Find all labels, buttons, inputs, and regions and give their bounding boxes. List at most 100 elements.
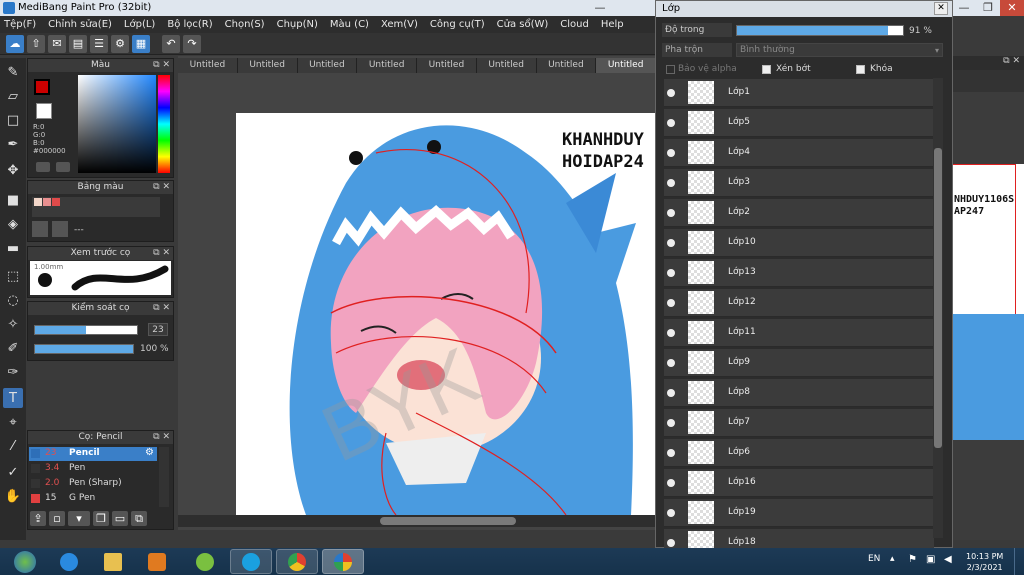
- menu-layer[interactable]: Lớp(L): [124, 19, 155, 30]
- share-icon[interactable]: ⇧: [27, 34, 45, 53]
- bucket-icon[interactable]: ◈: [3, 214, 23, 234]
- visibility-toggle-icon[interactable]: [667, 149, 675, 157]
- select-eraser-icon[interactable]: ✑: [3, 362, 23, 382]
- color-option-button[interactable]: [36, 162, 50, 172]
- brush-item-pencil[interactable]: 23 Pencil ⚙: [29, 447, 157, 461]
- hand-icon[interactable]: ✋: [3, 486, 23, 506]
- saturation-value-picker[interactable]: [78, 75, 156, 173]
- tab-untitled[interactable]: Untitled: [417, 58, 477, 73]
- add-brush-icon[interactable]: ▾: [68, 511, 90, 526]
- secondary-canvas[interactable]: NHDUY1106S AP247: [952, 164, 1024, 440]
- brush-icon[interactable]: ✎: [3, 62, 23, 82]
- monitor-icon[interactable]: ▣: [926, 554, 935, 565]
- select-pen-icon[interactable]: ✐: [3, 338, 23, 358]
- palette-swatch[interactable]: [52, 198, 60, 206]
- menu-capture[interactable]: Chụp(N): [277, 19, 318, 30]
- menu-edit[interactable]: Chỉnh sửa(E): [48, 19, 112, 30]
- new-brush-icon[interactable]: ▫: [49, 511, 65, 526]
- menu-color[interactable]: Màu (C): [330, 19, 369, 30]
- tab-untitled[interactable]: Untitled: [357, 58, 417, 73]
- visibility-toggle-icon[interactable]: [667, 179, 675, 187]
- panel-controls[interactable]: ⧉ ✕: [153, 181, 170, 194]
- pen-icon[interactable]: ✒: [3, 134, 23, 154]
- close-icon[interactable]: ✕: [934, 2, 948, 15]
- layer-row[interactable]: Lớp13: [664, 259, 934, 287]
- menu-help[interactable]: Help: [601, 19, 624, 30]
- tab-untitled[interactable]: Untitled: [536, 58, 597, 73]
- layer-row[interactable]: Lớp7: [664, 409, 934, 437]
- brush-opacity-slider[interactable]: [34, 344, 134, 354]
- tab-untitled[interactable]: Untitled: [476, 58, 537, 73]
- lock-checkbox[interactable]: [856, 65, 865, 74]
- eraser-icon[interactable]: ▱: [3, 86, 23, 106]
- duplicate-icon[interactable]: ⧉: [131, 511, 147, 526]
- brush-size-slider[interactable]: [34, 325, 138, 335]
- visibility-toggle-icon[interactable]: [667, 419, 675, 427]
- layer-row[interactable]: Lớp8: [664, 379, 934, 407]
- palette-swatch[interactable]: [34, 198, 42, 206]
- layer-row[interactable]: Lớp1: [664, 79, 934, 107]
- panel-controls[interactable]: ⧉ ✕: [153, 59, 170, 72]
- secondary-panel-controls[interactable]: ⧉ ✕: [953, 56, 1024, 70]
- palette-swatch[interactable]: [43, 198, 51, 206]
- list-icon[interactable]: ☰: [90, 34, 108, 53]
- upload-icon[interactable]: ⇪: [30, 511, 46, 526]
- media-player-button[interactable]: [136, 549, 178, 574]
- visibility-toggle-icon[interactable]: [667, 209, 675, 217]
- volume-icon[interactable]: ◀: [944, 554, 952, 565]
- medibang-button[interactable]: [322, 549, 364, 574]
- tab-untitled[interactable]: Untitled: [297, 58, 358, 73]
- layer-row[interactable]: Lớp6: [664, 439, 934, 467]
- fill-rect-icon[interactable]: ■: [3, 190, 23, 210]
- horizontal-scrollbar[interactable]: [178, 515, 656, 527]
- menu-cloud[interactable]: Cloud: [560, 19, 589, 30]
- copy-icon[interactable]: ❐: [93, 511, 109, 526]
- cloud-icon[interactable]: ☁: [6, 34, 24, 53]
- layer-opacity-slider[interactable]: [736, 25, 904, 36]
- visibility-toggle-icon[interactable]: [667, 509, 675, 517]
- comment-icon[interactable]: ✉: [48, 34, 66, 53]
- visibility-toggle-icon[interactable]: [667, 389, 675, 397]
- recorder-button[interactable]: [184, 549, 226, 574]
- start-button[interactable]: [4, 549, 46, 574]
- gradient-icon[interactable]: ▬: [3, 238, 23, 258]
- close-button[interactable]: ✕: [1000, 0, 1024, 16]
- brush-item-g-pen[interactable]: 15 G Pen: [29, 492, 157, 506]
- visibility-toggle-icon[interactable]: [667, 359, 675, 367]
- scroll-thumb[interactable]: [934, 148, 942, 448]
- visibility-toggle-icon[interactable]: [667, 269, 675, 277]
- maximize-button[interactable]: ❐: [976, 0, 1000, 16]
- visibility-toggle-icon[interactable]: [667, 119, 675, 127]
- primary-color-swatch[interactable]: [34, 79, 50, 95]
- tab-untitled-active[interactable]: Untitled: [596, 58, 656, 73]
- tab-untitled[interactable]: Untitled: [178, 58, 238, 73]
- layer-row[interactable]: Lớp16: [664, 469, 934, 497]
- settings-icon[interactable]: ⚙: [111, 34, 129, 53]
- drawing-canvas[interactable]: BYK KHANHDUY HOIDAP24: [236, 113, 656, 515]
- dropper-icon[interactable]: ✓: [3, 462, 23, 482]
- redo-icon[interactable]: ↷: [183, 34, 201, 53]
- layer-row[interactable]: Lớp3: [664, 169, 934, 197]
- visibility-toggle-icon[interactable]: [667, 89, 675, 97]
- magic-wand-icon[interactable]: ✧: [3, 314, 23, 334]
- folder-icon[interactable]: ▭: [112, 511, 128, 526]
- brush-item-pen-sharp[interactable]: 2.0 Pen (Sharp): [29, 477, 157, 491]
- layer-row[interactable]: Lớp4: [664, 139, 934, 167]
- operation-icon[interactable]: ⌖: [3, 412, 23, 432]
- panel-controls[interactable]: ⧉ ✕: [153, 431, 170, 444]
- move-icon[interactable]: ✥: [3, 160, 23, 180]
- visibility-toggle-icon[interactable]: [667, 299, 675, 307]
- menu-tools[interactable]: Công cụ(T): [430, 19, 485, 30]
- lasso-icon[interactable]: ◌: [3, 290, 23, 310]
- clipping-checkbox[interactable]: [762, 65, 771, 74]
- layer-row[interactable]: Lớp19: [664, 499, 934, 527]
- internet-explorer-button[interactable]: [48, 549, 90, 574]
- menu-select[interactable]: Chọn(S): [225, 19, 265, 30]
- layer-row[interactable]: Lớp11: [664, 319, 934, 347]
- gear-icon[interactable]: ⚙: [145, 447, 154, 458]
- document-icon[interactable]: ▤: [69, 34, 87, 53]
- blend-mode-select[interactable]: Bình thường ▾: [736, 43, 943, 57]
- visibility-toggle-icon[interactable]: [667, 539, 675, 547]
- protect-alpha-checkbox[interactable]: [666, 65, 675, 74]
- hue-slider[interactable]: [158, 75, 170, 173]
